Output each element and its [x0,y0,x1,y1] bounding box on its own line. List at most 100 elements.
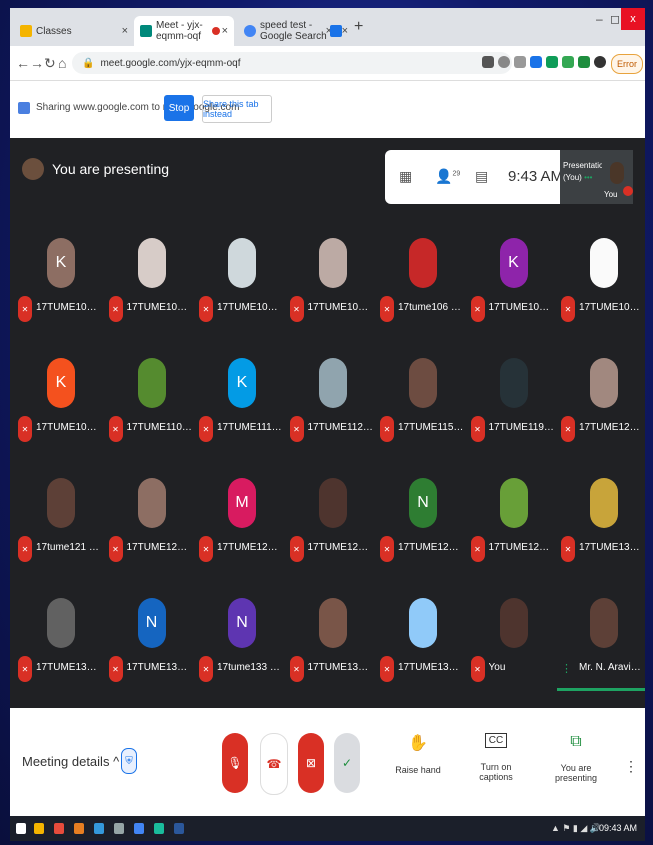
participant-tile[interactable]: ✕17TUME102 KABI... [105,228,195,344]
avatar [137,478,166,528]
participant-tile[interactable]: ✕17TUME119 MAN... [467,348,557,464]
maximize-icon[interactable]: ◻ [610,12,620,26]
reload-icon[interactable]: ↻ [44,55,56,72]
checkmark-icon[interactable] [578,56,590,68]
participant-name: 17tume106 kavila... [398,302,464,313]
tab-google-search[interactable]: speed test - Google Search × [238,16,338,46]
close-icon[interactable]: × [122,25,128,37]
avatar [318,358,347,408]
participant-tile[interactable]: M ✕ 17TUME125 MUK... [195,468,285,584]
participant-tile[interactable]: ✕17TUME124 MOH... [105,468,195,584]
self-tile[interactable]: You [602,150,633,204]
stop-sharing-button[interactable]: Stop [164,95,194,121]
avatar: M [228,478,256,528]
mic-off-button[interactable]: 🎙 [222,733,248,793]
meeting-details-button[interactable]: Meeting details ^ [22,754,119,769]
people-icon[interactable]: 👤29 [435,168,460,185]
participant-tile[interactable]: N ✕17TUME132 NAVE... [105,588,195,704]
captions-button[interactable]: CC Turn on captions [464,733,528,782]
tab-classes[interactable]: Classes × [14,16,134,46]
mic-off-icon: ✕ [199,416,213,442]
cast-icon[interactable] [482,56,494,68]
participant-name: You [488,662,506,673]
participant-tile[interactable]: ✕17TUME110 KESA... [105,348,195,464]
avatar [137,358,166,408]
participant-tile[interactable]: K ✕ 17TUME109 KEER... [14,348,104,464]
participant-tile[interactable]: ✕ 17TUME130 NARE... [557,468,645,584]
word-icon[interactable] [174,823,184,834]
presenting-label: You are presenting [52,161,170,177]
participant-name: 17TUME129 NARE... [488,542,555,553]
participant-tile[interactable]: ✕17TUME112 KISH... [286,348,376,464]
participant-tile[interactable]: ✕ 17TUME115 MAG... [376,348,466,464]
participant-tile[interactable]: ✕17TUME135 NAVE... [286,588,376,704]
close-icon[interactable]: × [342,25,348,37]
participant-tile[interactable]: N ✕ 17tume133 Navee... [195,588,285,704]
home-icon[interactable]: ⌂ [58,55,66,71]
participant-tile[interactable]: K ✕17TUME107 KAVI... [467,228,557,344]
app-icon[interactable] [74,823,84,834]
sharing-bar: Sharing www.google.com to meet.google.co… [10,81,645,138]
participant-tile[interactable]: ✕ 17TUME137 NAVE... [376,588,466,704]
tab-meet[interactable]: Meet - yjx-eqmm-oqf × [134,16,234,46]
mic-off-icon: ✕ [561,296,575,322]
browser-toolbar: ← → ↻ ⌂ 🔒 meet.google.com/yjx-eqmm-oqf E… [10,46,645,81]
mic-off-icon: ✕ [470,536,485,562]
shield-icon[interactable]: ⛨ [121,748,137,774]
more-options-icon[interactable]: ⋮ [624,758,638,775]
extension-icon[interactable] [530,56,542,68]
mic-off-icon: ✕ [108,296,123,322]
participant-tile[interactable]: ✕ 17tume106 kavila... [376,228,466,344]
extension-icon[interactable] [546,56,558,68]
extension-icon[interactable] [562,56,574,68]
participant-tile[interactable]: ✕ 17TUME131 NAVE... [14,588,104,704]
chrome-icon[interactable] [134,823,144,834]
meet-controls-bar: Meeting details ^ ⛨ 🎙 ☎ ⊠ ✓ ✋ Raise hand… [10,708,645,816]
grid-layout-icon[interactable]: ▦ [399,168,412,185]
participant-tile[interactable]: ⋮ Mr. N. Aravindkum... [557,588,645,704]
mic-off-icon: ✕ [289,536,304,562]
app-icon[interactable] [114,823,124,834]
app-icon[interactable] [154,823,164,834]
participant-tile[interactable]: ✕ You [467,588,557,704]
mic-off-icon: ✕ [380,656,394,682]
raise-hand-button[interactable]: ✋ Raise hand [386,733,450,775]
avatar [610,162,624,184]
new-tab-button[interactable]: + [354,18,363,36]
close-icon[interactable]: × [222,25,228,37]
avatar [499,598,528,648]
participant-tile[interactable]: ✕ 17TUME120 MAN... [557,348,645,464]
participant-tile[interactable]: ✕17TUME127 NAG... [286,468,376,584]
start-icon[interactable] [16,823,26,834]
participant-tile[interactable]: K ✕ 17TUME111 KIRU... [195,348,285,464]
system-tray[interactable]: ▲ ⚑ ▮ ◢ 🔊 [551,823,601,834]
app-icon[interactable] [54,823,64,834]
presentation-tile[interactable]: Presentation (You) ••• [560,150,608,204]
share-this-tab-button[interactable]: Share this tab instead [202,95,272,123]
address-bar[interactable]: 🔒 meet.google.com/yjx-eqmm-oqf [72,52,512,74]
participant-tile[interactable]: ✕ 17TUME103 KAN... [195,228,285,344]
participant-tile[interactable]: ✕17TUME129 NARE... [467,468,557,584]
mic-off-icon: ✕ [289,416,304,442]
camera-off-button[interactable]: ⊠ [298,733,324,793]
bookmark-star-icon[interactable] [514,56,526,68]
error-button[interactable]: Error [611,54,643,74]
zoom-icon[interactable] [498,56,510,68]
tab-extra[interactable]: × [324,16,354,46]
leave-call-button[interactable]: ☎ [260,733,288,795]
chat-icon[interactable]: ▤ [475,168,488,185]
forward-icon[interactable]: → [30,55,44,71]
close-window-button[interactable]: x [621,8,645,30]
participant-tile[interactable]: K ✕ 17TUME101 KABI... [14,228,104,344]
minimize-icon[interactable]: – [596,12,603,26]
participant-tile[interactable]: ✕ 17TUME108 KEER... [557,228,645,344]
file-explorer-icon[interactable] [34,823,44,834]
participant-tile[interactable]: ✕17TUME104 KARA... [286,228,376,344]
profile-avatar[interactable] [594,56,606,68]
back-icon[interactable]: ← [16,55,30,71]
presenting-button[interactable]: ⧉ You are presenting [544,733,608,783]
participant-tile[interactable]: N ✕ 17TUME128 NAN... [376,468,466,584]
app-icon[interactable] [94,823,104,834]
participant-tile[interactable]: ✕ 17tume121 Mithir... [14,468,104,584]
confirm-button[interactable]: ✓ [334,733,360,793]
